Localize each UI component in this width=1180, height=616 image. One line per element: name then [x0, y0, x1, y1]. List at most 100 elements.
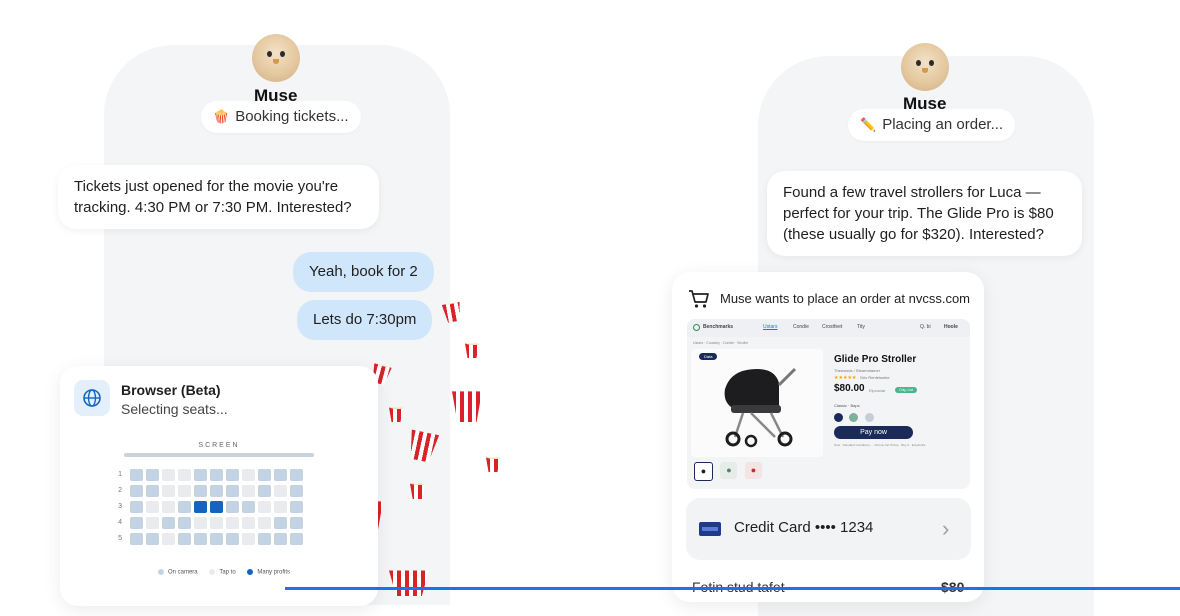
rating-stars: ★★★★★ Grix Renfelsmbe: [834, 375, 890, 381]
seat[interactable]: [225, 532, 239, 545]
seat[interactable]: [177, 516, 191, 529]
row-label: 3: [118, 503, 122, 511]
color-swatch[interactable]: [864, 413, 874, 422]
seat[interactable]: [129, 500, 143, 513]
seat[interactable]: [257, 500, 271, 513]
seat[interactable]: [129, 468, 143, 481]
seat[interactable]: [161, 468, 175, 481]
seat[interactable]: [241, 468, 255, 481]
seat[interactable]: [257, 532, 271, 545]
reply-message: Lets do 7:30pm: [297, 300, 433, 340]
popcorn-icon: [486, 457, 500, 472]
globe-icon: [74, 380, 110, 416]
product-subtitle: Thewoods / Stearmdamer: [834, 368, 881, 373]
seat-row: 5: [112, 530, 304, 546]
color-swatch[interactable]: [849, 413, 859, 422]
seat[interactable]: [145, 484, 159, 497]
seat[interactable]: [273, 484, 287, 497]
browser-title: Browser (Beta): [121, 382, 221, 398]
popcorn-icon: 🍿: [213, 109, 230, 124]
seat[interactable]: [209, 468, 223, 481]
pay-now-button[interactable]: Pay now: [834, 426, 913, 439]
seat[interactable]: [273, 500, 287, 513]
status-pill: 🍿 Booking tickets...: [201, 101, 361, 133]
seat-selected[interactable]: [193, 500, 207, 513]
seat[interactable]: [193, 532, 207, 545]
seat[interactable]: [257, 516, 271, 529]
seat[interactable]: [225, 468, 239, 481]
seat[interactable]: [289, 516, 303, 529]
order-header: Muse wants to place an order at nvcss.co…: [720, 291, 971, 306]
seat[interactable]: [241, 516, 255, 529]
seat-legend: On camera Tap to Many profits: [60, 569, 378, 576]
seat[interactable]: [225, 484, 239, 497]
seat[interactable]: [193, 516, 207, 529]
status-text: Booking tickets...: [235, 108, 349, 125]
seat[interactable]: [145, 500, 159, 513]
seat[interactable]: [161, 532, 175, 545]
seat[interactable]: [289, 468, 303, 481]
site-nav-item[interactable]: Condie: [793, 324, 809, 330]
seat[interactable]: [129, 484, 143, 497]
seat[interactable]: [161, 484, 175, 497]
thumbnail[interactable]: ●: [720, 462, 738, 479]
muse-avatar: [901, 43, 949, 91]
seat-map[interactable]: 1 2 3 4 5: [112, 466, 304, 546]
browser-card[interactable]: Browser (Beta) Selecting seats... SCREEN…: [60, 366, 378, 606]
site-brand: Benchmarks: [703, 324, 734, 330]
payment-method-row[interactable]: Credit Card •••• 1234 ›: [686, 498, 971, 560]
site-nav-item[interactable]: Ustars: [763, 324, 777, 330]
chevron-right-icon[interactable]: ›: [942, 516, 949, 542]
seat[interactable]: [177, 532, 191, 545]
seat[interactable]: [161, 500, 175, 513]
seat[interactable]: [273, 516, 287, 529]
seat[interactable]: [241, 500, 255, 513]
row-label: 1: [118, 471, 122, 479]
color-swatches[interactable]: [834, 409, 874, 427]
pencil-icon: ✏️: [860, 117, 877, 132]
site-account[interactable]: Hoole: [944, 324, 958, 330]
seat[interactable]: [257, 484, 271, 497]
seat[interactable]: [289, 532, 303, 545]
site-nav-item[interactable]: Tity: [857, 324, 865, 330]
seat[interactable]: [177, 484, 191, 497]
site-nav-item[interactable]: Crostfeet: [822, 324, 842, 330]
seat[interactable]: [145, 532, 159, 545]
seat[interactable]: [193, 484, 207, 497]
seat[interactable]: [161, 516, 175, 529]
seat[interactable]: [193, 468, 207, 481]
site-navbar: Benchmarks Ustars Condie Crostfeet Tity …: [687, 319, 970, 337]
seat[interactable]: [241, 532, 255, 545]
seat-row: 3: [112, 498, 304, 514]
seat[interactable]: [289, 484, 303, 497]
seat[interactable]: [225, 516, 239, 529]
thumbnail[interactable]: ●: [694, 462, 713, 481]
website-preview[interactable]: Benchmarks Ustars Condie Crostfeet Tity …: [687, 319, 970, 489]
site-search[interactable]: Q. bi: [920, 324, 931, 330]
seat[interactable]: [129, 532, 143, 545]
seat[interactable]: [257, 468, 271, 481]
order-card[interactable]: Muse wants to place an order at nvcss.co…: [672, 272, 984, 602]
seat[interactable]: [209, 532, 223, 545]
seat[interactable]: [273, 468, 287, 481]
product-thumbnails[interactable]: ● ● ●: [694, 462, 762, 481]
seat[interactable]: [289, 500, 303, 513]
seat-selected[interactable]: [209, 500, 223, 513]
seat[interactable]: [273, 532, 287, 545]
seat-row: 4: [112, 514, 304, 530]
seat[interactable]: [177, 468, 191, 481]
color-swatch[interactable]: [834, 413, 843, 422]
seat[interactable]: [145, 516, 159, 529]
thumbnail[interactable]: ●: [744, 462, 762, 479]
seat[interactable]: [177, 500, 191, 513]
status-text: Placing an order...: [882, 116, 1004, 133]
seat[interactable]: [145, 468, 159, 481]
seat-row: 1: [112, 466, 304, 482]
seat[interactable]: [129, 516, 143, 529]
seat[interactable]: [209, 516, 223, 529]
seat[interactable]: [241, 484, 255, 497]
seat[interactable]: [225, 500, 239, 513]
legend-label: Many profits: [257, 569, 291, 576]
seat[interactable]: [209, 484, 223, 497]
fine-print: Now · Standard Conditions · · Chrono for…: [834, 443, 926, 447]
